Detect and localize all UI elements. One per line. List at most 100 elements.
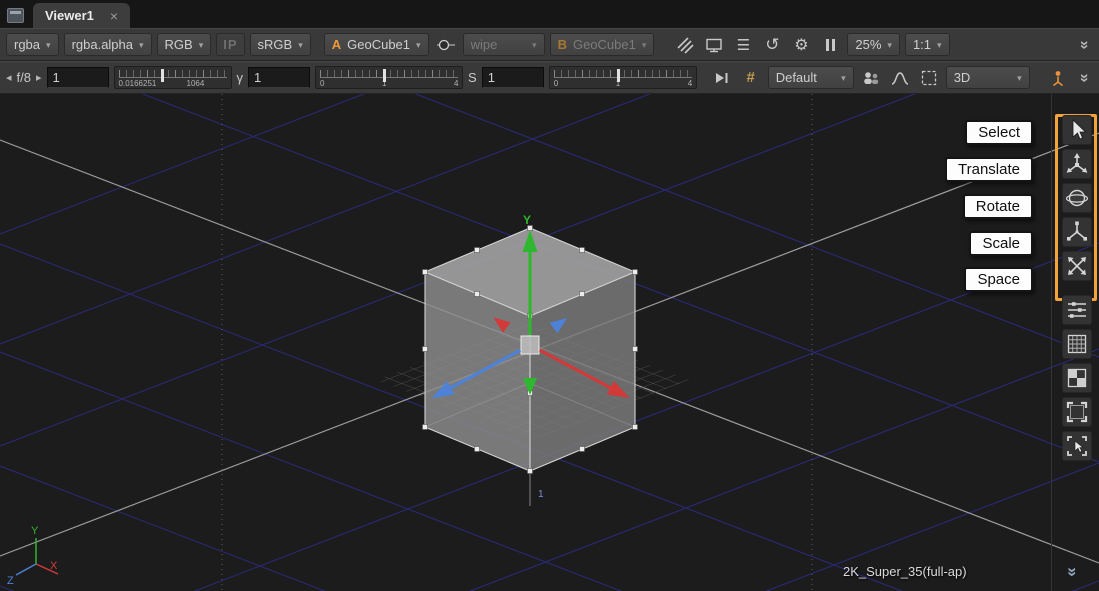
checker-icon (1064, 365, 1090, 391)
gamma-symbol: γ (237, 70, 244, 85)
input-a-dropdown[interactable]: A GeoCube1 ▾ (324, 33, 429, 56)
colorspace-dropdown[interactable]: sRGB ▾ (250, 33, 311, 56)
monitor-output-icon[interactable] (702, 33, 726, 57)
frame-cursor-icon (1064, 433, 1090, 459)
gear-icon[interactable]: ⚙ (789, 33, 813, 57)
annotation-translate: Translate (945, 157, 1033, 182)
chevron-down-icon: ▾ (642, 40, 647, 51)
alpha-channel-dropdown[interactable]: rgba.alpha ▾ (64, 33, 152, 56)
axis-z-label: Z (7, 575, 14, 587)
pixel-aspect-label: 1:1 (913, 37, 931, 52)
select-tool-button[interactable] (1062, 115, 1092, 145)
input-process-toggle-icon[interactable] (710, 66, 734, 90)
space-tool-button[interactable] (1062, 251, 1092, 281)
axis-x-label: X (50, 560, 58, 572)
tab-bar: Viewer1 × (0, 0, 1099, 28)
alpha-label: rgba.alpha (72, 37, 133, 52)
scale-tool-button[interactable] (1062, 217, 1092, 247)
zoom-dropdown[interactable]: 25% ▾ (847, 33, 900, 56)
annotation-rotate: Rotate (963, 194, 1033, 219)
tab-viewer1[interactable]: Viewer1 × (33, 3, 130, 28)
next-arrow-icon[interactable]: ▸ (36, 71, 42, 84)
gizmo-center-handle[interactable] (521, 336, 539, 354)
view-mode-label: 3D (954, 70, 971, 85)
saturation-slider[interactable]: 0 1 4 (549, 66, 697, 89)
chevron-down-icon: ▾ (1017, 73, 1022, 84)
chevron-down-icon: ▾ (937, 40, 942, 51)
people-icon[interactable] (859, 66, 883, 90)
pause-icon[interactable] (818, 33, 842, 57)
refresh-icon[interactable]: ↺ (760, 33, 784, 57)
gain-slider[interactable]: 0.0166251 1064 (114, 66, 232, 89)
menu-lines-icon[interactable]: ☰ (731, 33, 755, 57)
interaction-mode-icon[interactable] (1046, 66, 1070, 90)
viewport-expand-icon[interactable]: » (1062, 567, 1082, 576)
lut-label: Default (776, 70, 817, 85)
zoom-label: 25% (855, 37, 881, 52)
gamma-input[interactable] (248, 67, 310, 88)
expand-toolbar-icon[interactable]: » (1075, 36, 1093, 54)
input-b-letter: B (558, 37, 567, 52)
tab-label: Viewer1 (45, 8, 94, 23)
gain-input[interactable] (47, 67, 109, 88)
rotate-tool-button[interactable] (1062, 183, 1092, 213)
guides-grid-icon[interactable]: # (739, 66, 763, 90)
pixel-aspect-dropdown[interactable]: 1:1 ▾ (905, 33, 950, 56)
chevron-down-icon: ▾ (887, 40, 892, 51)
marquee-select-icon[interactable] (917, 66, 941, 90)
gizmo-y-label: Y (523, 213, 531, 227)
viewport-scene: 1 (0, 94, 1099, 591)
frame-view-button[interactable] (1062, 397, 1092, 427)
view-mode-dropdown[interactable]: 3D ▾ (946, 66, 1030, 89)
input-process-button[interactable]: IP (216, 33, 244, 56)
space-icon (1064, 253, 1090, 279)
channels-label: rgba (14, 37, 40, 52)
input-b-dropdown[interactable]: B GeoCube1 ▾ (550, 33, 655, 56)
slider-baseline (320, 77, 458, 78)
scale-icon (1064, 219, 1090, 245)
pane-icon[interactable] (7, 8, 24, 23)
display-properties-button[interactable] (1062, 295, 1092, 325)
wipe-label: wipe (471, 37, 498, 52)
axis-indicator: Y X Z (7, 525, 58, 587)
close-icon[interactable]: × (110, 8, 118, 24)
chevron-down-icon: ▾ (46, 40, 51, 51)
checker-view-button[interactable] (1062, 363, 1092, 393)
proxy-stripes-icon[interactable] (673, 33, 697, 57)
gain-slider-handle[interactable] (161, 69, 164, 82)
annotation-select: Select (965, 120, 1033, 145)
chevron-down-icon: ▾ (298, 40, 303, 51)
display-mode-dropdown[interactable]: RGB ▾ (157, 33, 212, 56)
saturation-input[interactable] (482, 67, 544, 88)
colorspace-label: sRGB (258, 37, 293, 52)
rotate-icon (1064, 185, 1090, 211)
gain-max-label: 1064 (187, 79, 205, 88)
translate-tool-button[interactable] (1062, 149, 1092, 179)
viewport-3d[interactable]: 1 (0, 94, 1099, 591)
viewer-toolbar-top: rgba ▾ rgba.alpha ▾ RGB ▾ IP sRGB ▾ A Ge… (0, 28, 1099, 61)
expand-toolbar-icon[interactable]: » (1075, 69, 1093, 87)
grid-icon (1064, 331, 1090, 357)
gamma-slider-handle[interactable] (383, 69, 386, 82)
frame-selected-button[interactable] (1062, 431, 1092, 461)
translate-icon (1064, 151, 1090, 177)
side-toolbar (1062, 115, 1092, 465)
gamma-tick-4: 4 (454, 79, 458, 88)
chevron-down-icon: ▾ (139, 40, 144, 51)
slider-ruler (320, 70, 458, 77)
prev-arrow-icon[interactable]: ◂ (6, 71, 12, 84)
lut-dropdown[interactable]: Default ▾ (768, 66, 854, 89)
slider-baseline (119, 77, 227, 78)
axis-y-label: Y (31, 525, 39, 537)
pixel-grid-button[interactable] (1062, 329, 1092, 359)
saturation-slider-handle[interactable] (617, 69, 620, 82)
wipe-toggle-icon[interactable] (434, 33, 458, 57)
curve-icon[interactable] (888, 66, 912, 90)
cursor-icon (1064, 117, 1090, 143)
slider-baseline (554, 77, 692, 78)
wipe-dropdown[interactable]: wipe ▾ (463, 33, 545, 56)
channels-dropdown[interactable]: rgba ▾ (6, 33, 59, 56)
slider-ruler (119, 70, 227, 77)
gamma-slider[interactable]: 0 1 4 (315, 66, 463, 89)
chevron-down-icon: ▾ (416, 40, 421, 51)
